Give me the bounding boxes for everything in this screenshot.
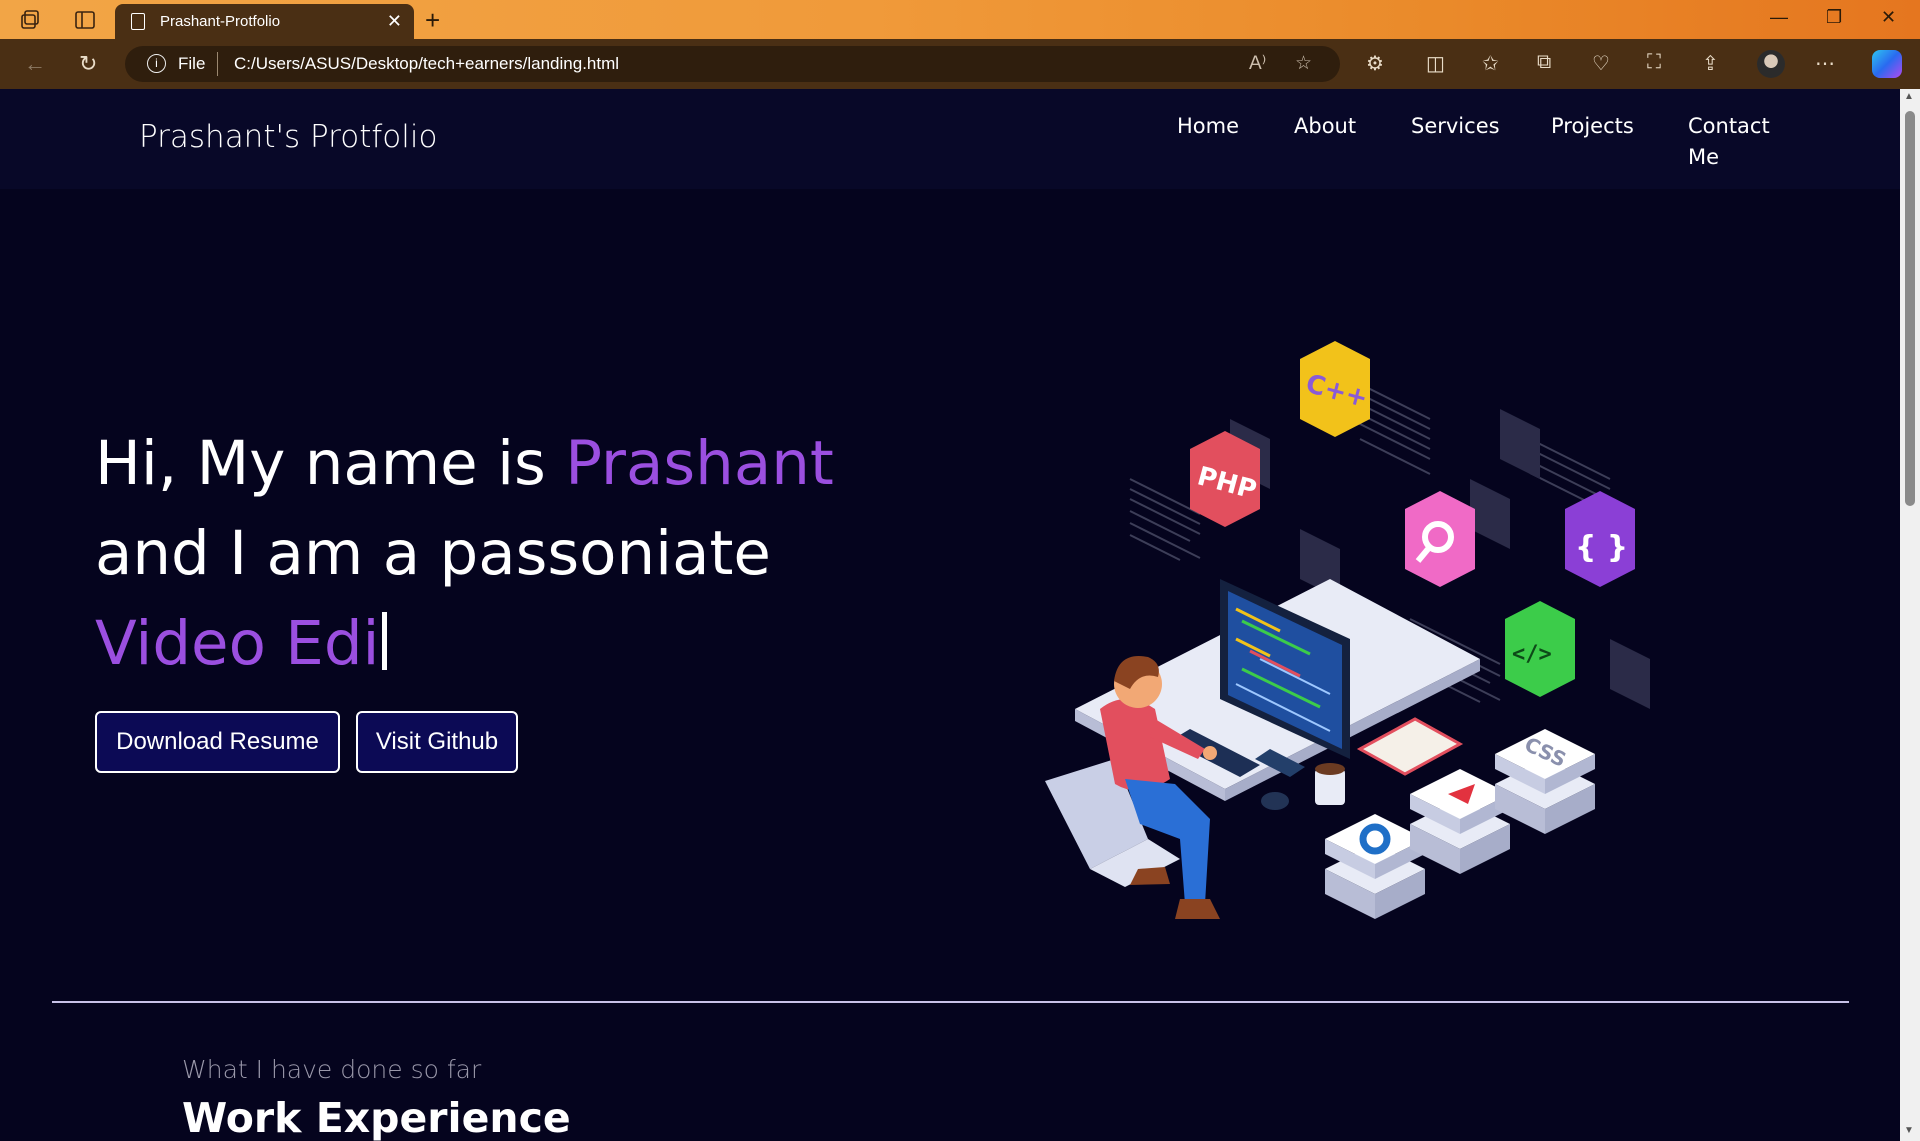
css-block: CSS <box>1495 729 1595 834</box>
url-separator <box>217 52 218 76</box>
url-text[interactable]: C:/Users/ASUS/Desktop/tech+earners/landi… <box>234 54 619 74</box>
star-icon[interactable]: ☆ <box>1295 52 1312 75</box>
cpp-badge: C++ <box>1300 341 1371 437</box>
address-bar[interactable]: i File C:/Users/ASUS/Desktop/tech+earner… <box>125 46 1340 82</box>
svg-text:{ }: { } <box>1575 530 1628 565</box>
developer-illustration: PHP C++ { } </> CSS <box>1045 341 1650 919</box>
share-icon[interactable]: ⇪ <box>1702 51 1719 76</box>
experience-title: Work Experience <box>182 1094 571 1141</box>
php-badge: PHP <box>1190 431 1260 527</box>
restore-icon[interactable]: ❐ <box>1826 7 1842 28</box>
browser-essentials-icon[interactable]: ♡ <box>1592 51 1610 76</box>
active-tab[interactable]: Prashant-Protfolio ✕ <box>115 4 414 39</box>
hero-name: Prashant <box>565 428 834 499</box>
paper-document <box>1356 717 1464 776</box>
screenshot-icon[interactable]: ⛶ <box>1647 51 1661 74</box>
hero-heading: Hi, My name is Prashant and I am a passo… <box>95 419 855 689</box>
svg-text:</>: </> <box>1512 642 1552 667</box>
close-tab-icon[interactable]: ✕ <box>387 11 402 32</box>
new-tab-icon[interactable]: + <box>425 5 440 36</box>
mouse <box>1261 792 1289 810</box>
read-aloud-icon[interactable]: A⁾ <box>1249 52 1266 75</box>
collections-icon[interactable]: ⧉ <box>1537 51 1551 74</box>
more-icon[interactable]: ⋯ <box>1815 51 1835 76</box>
hero-intro: Hi, My name is <box>95 428 566 499</box>
nav-services[interactable]: Services <box>1411 111 1500 142</box>
split-screen-icon[interactable]: ◫ <box>1426 51 1445 76</box>
typing-cursor <box>381 612 387 670</box>
scroll-up-icon[interactable]: ▲ <box>1904 91 1914 102</box>
braces-badge: { } <box>1565 491 1635 587</box>
copilot-icon[interactable] <box>1872 50 1902 78</box>
visit-github-button[interactable]: Visit Github <box>356 711 518 773</box>
workspaces-icon[interactable] <box>19 8 43 32</box>
hero-typed-role: Video Edi <box>95 608 380 679</box>
profile-avatar[interactable] <box>1757 50 1785 78</box>
url-protocol: File <box>178 54 206 73</box>
scroll-down-icon[interactable]: ▼ <box>1904 1125 1914 1136</box>
nav-contact-line2: Me <box>1688 145 1720 169</box>
download-resume-button[interactable]: Download Resume <box>95 711 340 773</box>
nav-contact[interactable]: Contact Me <box>1688 111 1770 173</box>
site-info-icon[interactable]: i <box>147 54 166 73</box>
tab-actions-icon[interactable] <box>73 8 97 32</box>
hero-line2: and I am a passoniate <box>95 518 771 589</box>
site-navbar: Prashant's Protfolio Home About Services… <box>0 89 1900 189</box>
nav-contact-line1: Contact <box>1688 114 1770 138</box>
refresh-icon[interactable]: ↻ <box>79 51 97 77</box>
page-viewport: Prashant's Protfolio Home About Services… <box>0 89 1900 1141</box>
address-bar-row: ← ↻ i File C:/Users/ASUS/Desktop/tech+ea… <box>0 39 1920 89</box>
experience-subtitle: What I have done so far <box>182 1055 482 1084</box>
page-scrollbar[interactable]: ▲ ▼ <box>1900 89 1920 1141</box>
tab-bar: Prashant-Protfolio ✕ + — ❐ ✕ <box>0 0 1920 39</box>
back-icon[interactable]: ← <box>24 51 46 77</box>
close-window-icon[interactable]: ✕ <box>1881 7 1896 28</box>
nav-home[interactable]: Home <box>1177 111 1239 142</box>
minimize-icon[interactable]: — <box>1770 7 1788 28</box>
nav-about[interactable]: About <box>1294 111 1356 142</box>
site-brand[interactable]: Prashant's Protfolio <box>139 119 437 155</box>
code-badge: </> <box>1505 601 1575 697</box>
search-badge <box>1405 491 1475 587</box>
nav-projects[interactable]: Projects <box>1551 111 1634 142</box>
tab-title: Prashant-Protfolio <box>160 13 281 30</box>
page-icon <box>131 13 145 30</box>
scrollbar-thumb[interactable] <box>1905 111 1915 506</box>
extensions-icon[interactable]: ⚙ <box>1366 51 1384 76</box>
favorites-icon[interactable]: ✩ <box>1482 51 1499 76</box>
section-divider <box>52 1001 1849 1003</box>
